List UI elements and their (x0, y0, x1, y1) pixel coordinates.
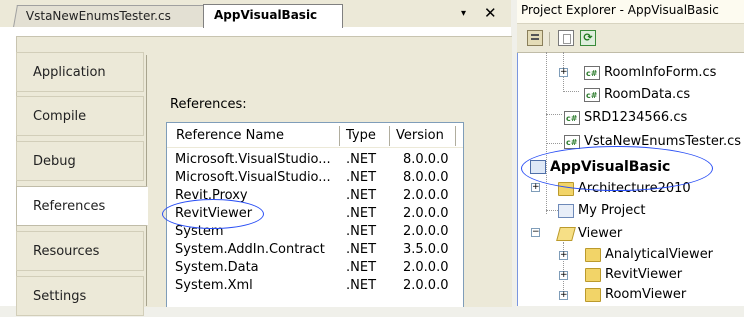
cs-file-icon (584, 87, 600, 105)
expand-icon[interactable]: + (559, 271, 568, 280)
tree-line (546, 52, 547, 214)
toolbar-separator (549, 32, 550, 46)
side-tab-application[interactable]: Application (16, 52, 144, 92)
reference-version: 2.0.0.0 (403, 188, 449, 203)
table-row[interactable]: System.Data .NET 2.0.0.0 (167, 259, 463, 276)
table-row[interactable]: Microsoft.VisualStudio... .NET 8.0.0.0 (167, 169, 463, 186)
my-project-icon (558, 204, 574, 218)
side-tab-compile[interactable]: Compile (16, 96, 144, 136)
side-tab-label: Application (33, 65, 106, 80)
project-explorer-toolbar: ⟳ (517, 24, 744, 53)
tab-label: VstaNewEnumsTester.cs (25, 9, 171, 23)
reference-name: System.Xml (175, 278, 253, 293)
reference-name: System.AddIn.Contract (175, 242, 325, 257)
tree-item-label: RoomInfoForm.cs (604, 65, 717, 80)
reference-type: .NET (346, 206, 377, 221)
annotation-circle-appvisualbasic (521, 146, 713, 191)
side-tab-references[interactable]: References (16, 186, 148, 226)
reference-version: 2.0.0.0 (403, 260, 449, 275)
refresh-icon[interactable]: ⟳ (580, 30, 596, 46)
reference-type: .NET (346, 224, 377, 239)
side-tab-resources[interactable]: Resources (16, 231, 144, 271)
reference-name: Microsoft.VisualStudio... (175, 152, 331, 167)
column-header-type[interactable]: Type (340, 126, 390, 146)
tree-item-label: Viewer (578, 226, 623, 241)
header-divider (167, 147, 463, 148)
side-tab-debug[interactable]: Debug (16, 141, 144, 181)
reference-name: System.Data (175, 260, 259, 275)
reference-version: 8.0.0.0 (403, 152, 449, 167)
column-header-version[interactable]: Version (390, 126, 456, 146)
tree-item-label: RoomData.cs (604, 87, 691, 102)
reference-version: 2.0.0.0 (403, 224, 449, 239)
folder-icon (585, 268, 601, 282)
close-icon[interactable]: ✕ (484, 4, 497, 22)
tab-label: AppVisualBasic (214, 8, 318, 22)
tab-vsta-new-enums-tester[interactable]: VstaNewEnumsTester.cs (13, 5, 209, 27)
show-all-files-icon[interactable] (558, 30, 574, 46)
expand-icon[interactable]: + (531, 183, 540, 192)
folder-icon (585, 248, 601, 262)
reference-name: Microsoft.VisualStudio... (175, 170, 331, 185)
cs-file-icon (564, 110, 580, 128)
expand-icon[interactable]: + (559, 291, 568, 300)
tree-line (546, 143, 562, 144)
side-tab-label: Settings (33, 289, 87, 304)
reference-type: .NET (346, 188, 377, 203)
reference-version: 8.0.0.0 (403, 170, 449, 185)
tab-dropdown-icon[interactable]: ▾ (461, 8, 466, 19)
side-tab-label: Debug (33, 154, 76, 169)
table-row[interactable]: Microsoft.VisualStudio... .NET 8.0.0.0 (167, 151, 463, 168)
references-label: References: (170, 97, 247, 112)
reference-type: .NET (346, 170, 377, 185)
reference-type: .NET (346, 260, 377, 275)
column-header-reference-name[interactable]: Reference Name (170, 126, 340, 146)
tree-item-label: AnalyticalViewer (605, 247, 714, 262)
tree-line (546, 114, 562, 115)
tree-item-label: SRD1234566.cs (584, 110, 688, 125)
reference-type: .NET (346, 242, 377, 257)
side-tab-label: References (33, 199, 106, 214)
tree-line (563, 91, 579, 92)
side-tab-label: Compile (33, 109, 87, 124)
properties-icon[interactable] (527, 30, 543, 46)
table-row[interactable]: System.AddIn.Contract .NET 3.5.0.0 (167, 241, 463, 258)
collapse-icon[interactable]: − (531, 228, 540, 237)
tab-app-visual-basic[interactable]: AppVisualBasic (203, 4, 343, 28)
table-row[interactable]: System.Xml .NET 2.0.0.0 (167, 277, 463, 294)
tree-item-label: RevitViewer (605, 267, 683, 282)
tree-item-label: RoomViewer (605, 287, 687, 302)
reference-type: .NET (346, 278, 377, 293)
reference-version: 2.0.0.0 (403, 206, 449, 221)
tree-item-label: My Project (578, 203, 646, 218)
expand-icon[interactable]: + (559, 68, 568, 77)
reference-version: 2.0.0.0 (403, 278, 449, 293)
side-tab-label: Resources (33, 244, 100, 259)
expand-icon[interactable]: + (559, 251, 568, 260)
reference-version: 3.5.0.0 (403, 242, 449, 257)
reference-type: .NET (346, 152, 377, 167)
cs-file-icon (584, 65, 600, 83)
side-tab-settings[interactable]: Settings (16, 276, 144, 316)
project-explorer-title: Project Explorer - AppVisualBasic (517, 0, 744, 24)
folder-icon (585, 288, 601, 302)
annotation-circle-revitviewer (162, 199, 264, 229)
